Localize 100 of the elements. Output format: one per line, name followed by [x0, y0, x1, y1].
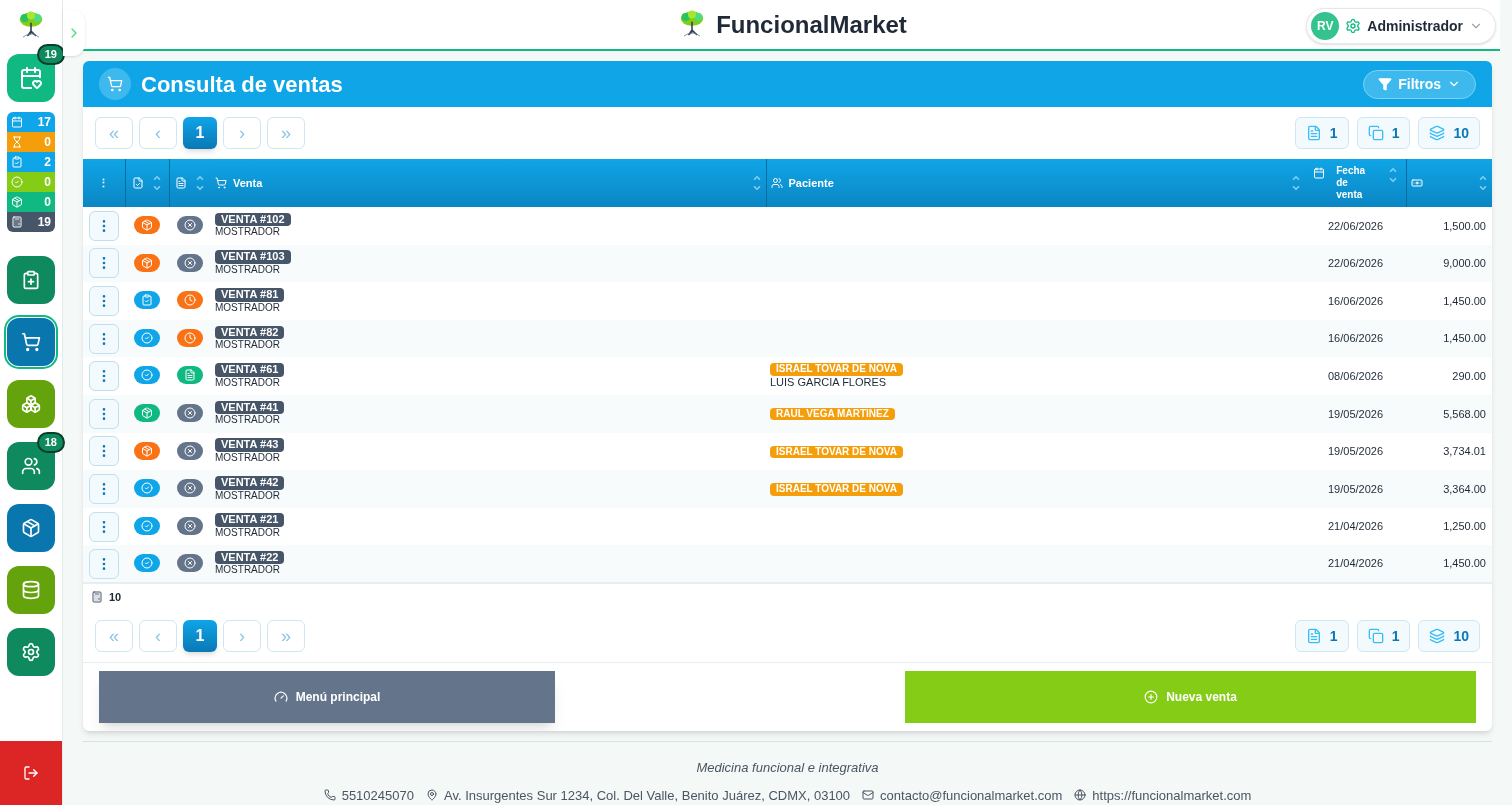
copy-icon — [1367, 125, 1384, 142]
clipboard-icon — [11, 156, 23, 168]
first-page-button[interactable]: « — [95, 620, 133, 652]
amount-cell: 5,568.00 — [1406, 395, 1492, 433]
count-value: 1 — [1329, 124, 1338, 144]
row-menu-button[interactable] — [89, 548, 119, 579]
amount-cell: 1,450.00 — [1406, 319, 1492, 358]
sale-tag: VENTA #82 — [215, 325, 285, 340]
main-menu-button[interactable]: Menú principal — [99, 671, 555, 723]
column-header[interactable] — [169, 159, 211, 208]
sale-tag: VENTA #43 — [215, 438, 285, 453]
user-role: Administrador — [1367, 17, 1463, 36]
user-menu[interactable]: RV Administrador — [1306, 8, 1496, 44]
row-menu-button[interactable] — [89, 398, 119, 429]
nav-button[interactable] — [7, 566, 55, 614]
nav-button[interactable] — [7, 628, 55, 676]
sale-tag: VENTA #41 — [215, 400, 285, 415]
calendar-icon — [1313, 167, 1325, 180]
calendar-icon — [11, 116, 23, 128]
nav-button[interactable] — [7, 380, 55, 428]
counter-value: 19 — [37, 214, 51, 230]
amount-cell: 1,450.00 — [1406, 282, 1492, 320]
x-circle-icon — [184, 219, 196, 232]
column-header[interactable]: Venta — [211, 159, 766, 208]
column-header[interactable]: Fecha de venta — [1305, 159, 1406, 208]
column-header[interactable] — [1406, 159, 1492, 208]
check-circle-icon — [141, 519, 153, 532]
expand-sidebar-button[interactable] — [63, 10, 85, 56]
sale-origin: MOSTRADOR — [215, 376, 280, 390]
contact-text: Av. Insurgentes Sur 1234, Col. Del Valle, Benito Juárez, CDMX, 03100 — [443, 786, 851, 805]
x-circle-icon — [184, 444, 196, 457]
contact-text: 5510245070 — [341, 786, 414, 805]
document-icon — [184, 369, 196, 382]
counter-value: 0 — [44, 134, 51, 150]
sale-origin: MOSTRADOR — [215, 339, 280, 352]
row-menu-button[interactable] — [89, 474, 119, 504]
row-menu-button[interactable] — [89, 511, 119, 542]
counter-value: 0 — [44, 194, 51, 210]
box-icon — [141, 256, 153, 269]
sale-tag: VENTA #42 — [215, 475, 285, 490]
sale-origin: MOSTRADOR — [215, 301, 280, 315]
database-icon — [21, 580, 41, 600]
calendar-heart-icon — [19, 66, 43, 90]
contact-text: contacto@funcionalmarket.com — [880, 786, 1063, 805]
boxes-icon — [21, 394, 41, 414]
page-button[interactable]: 1 — [183, 117, 217, 150]
new-sale-button[interactable]: Nueva venta — [905, 671, 1476, 723]
row-menu-button[interactable] — [89, 248, 119, 279]
row-menu-button[interactable] — [89, 286, 119, 317]
nav-button[interactable] — [7, 318, 55, 366]
user-avatar: RV — [1311, 12, 1340, 40]
globe-icon — [1074, 789, 1087, 802]
counter-value: 0 — [44, 174, 51, 190]
date-cell: 21/04/2026 — [1305, 507, 1406, 546]
copy-icon — [1367, 628, 1384, 644]
next-page-button[interactable]: › — [223, 117, 261, 150]
notification-badge: 19 — [36, 44, 65, 65]
date-cell: 21/04/2026 — [1305, 545, 1406, 583]
previous-page-button[interactable]: ‹ — [139, 620, 177, 652]
date-cell: 22/06/2026 — [1305, 207, 1406, 245]
date-cell: 08/06/2026 — [1305, 357, 1406, 396]
sale-origin: MOSTRADOR — [215, 489, 280, 503]
patient-tag: ISRAEL TOVAR DE NOVA — [770, 483, 903, 496]
clock-icon — [184, 331, 196, 344]
previous-page-button[interactable]: ‹ — [139, 117, 177, 150]
next-page-button[interactable]: › — [223, 620, 261, 652]
patient-tag: ISRAEL TOVAR DE NOVA — [770, 363, 903, 376]
x-circle-icon — [184, 519, 196, 532]
last-page-button[interactable]: » — [267, 117, 305, 150]
users-icon — [21, 456, 41, 476]
row-menu-button[interactable] — [89, 436, 119, 467]
logout-button[interactable] — [0, 741, 62, 805]
column-header[interactable]: Paciente — [766, 159, 1305, 208]
date-cell: 22/06/2026 — [1305, 244, 1406, 283]
document-icon — [1305, 125, 1322, 142]
nav-button[interactable] — [7, 504, 55, 552]
nav-button[interactable] — [7, 256, 55, 304]
sale-origin: MOSTRADOR — [215, 564, 280, 577]
tagline: Medicina funcional e integrativa — [696, 759, 879, 777]
clipboard-icon — [21, 270, 41, 290]
hourglass-icon — [11, 136, 23, 148]
amount-cell: 1,500.00 — [1406, 207, 1492, 245]
row-menu-button[interactable] — [89, 210, 119, 241]
settings-icon — [21, 642, 41, 662]
filters-button[interactable]: Filtros — [1363, 69, 1476, 99]
amount-cell: 9,000.00 — [1406, 244, 1492, 283]
last-page-button[interactable]: » — [267, 620, 305, 652]
first-page-button[interactable]: « — [95, 117, 133, 150]
x-circle-icon — [184, 407, 196, 420]
x-circle-icon — [184, 256, 196, 269]
mail-icon — [862, 789, 875, 802]
column-header[interactable] — [125, 159, 169, 208]
counter-value: 2 — [44, 154, 51, 170]
amount-cell: 3,364.00 — [1406, 470, 1492, 508]
page-button[interactable]: 1 — [183, 620, 217, 652]
row-menu-button[interactable] — [89, 361, 119, 392]
sale-origin: MOSTRADOR — [215, 414, 280, 427]
sale-origin: MOSTRADOR — [215, 527, 280, 540]
money-icon — [1410, 177, 1423, 190]
row-menu-button[interactable] — [89, 323, 119, 354]
